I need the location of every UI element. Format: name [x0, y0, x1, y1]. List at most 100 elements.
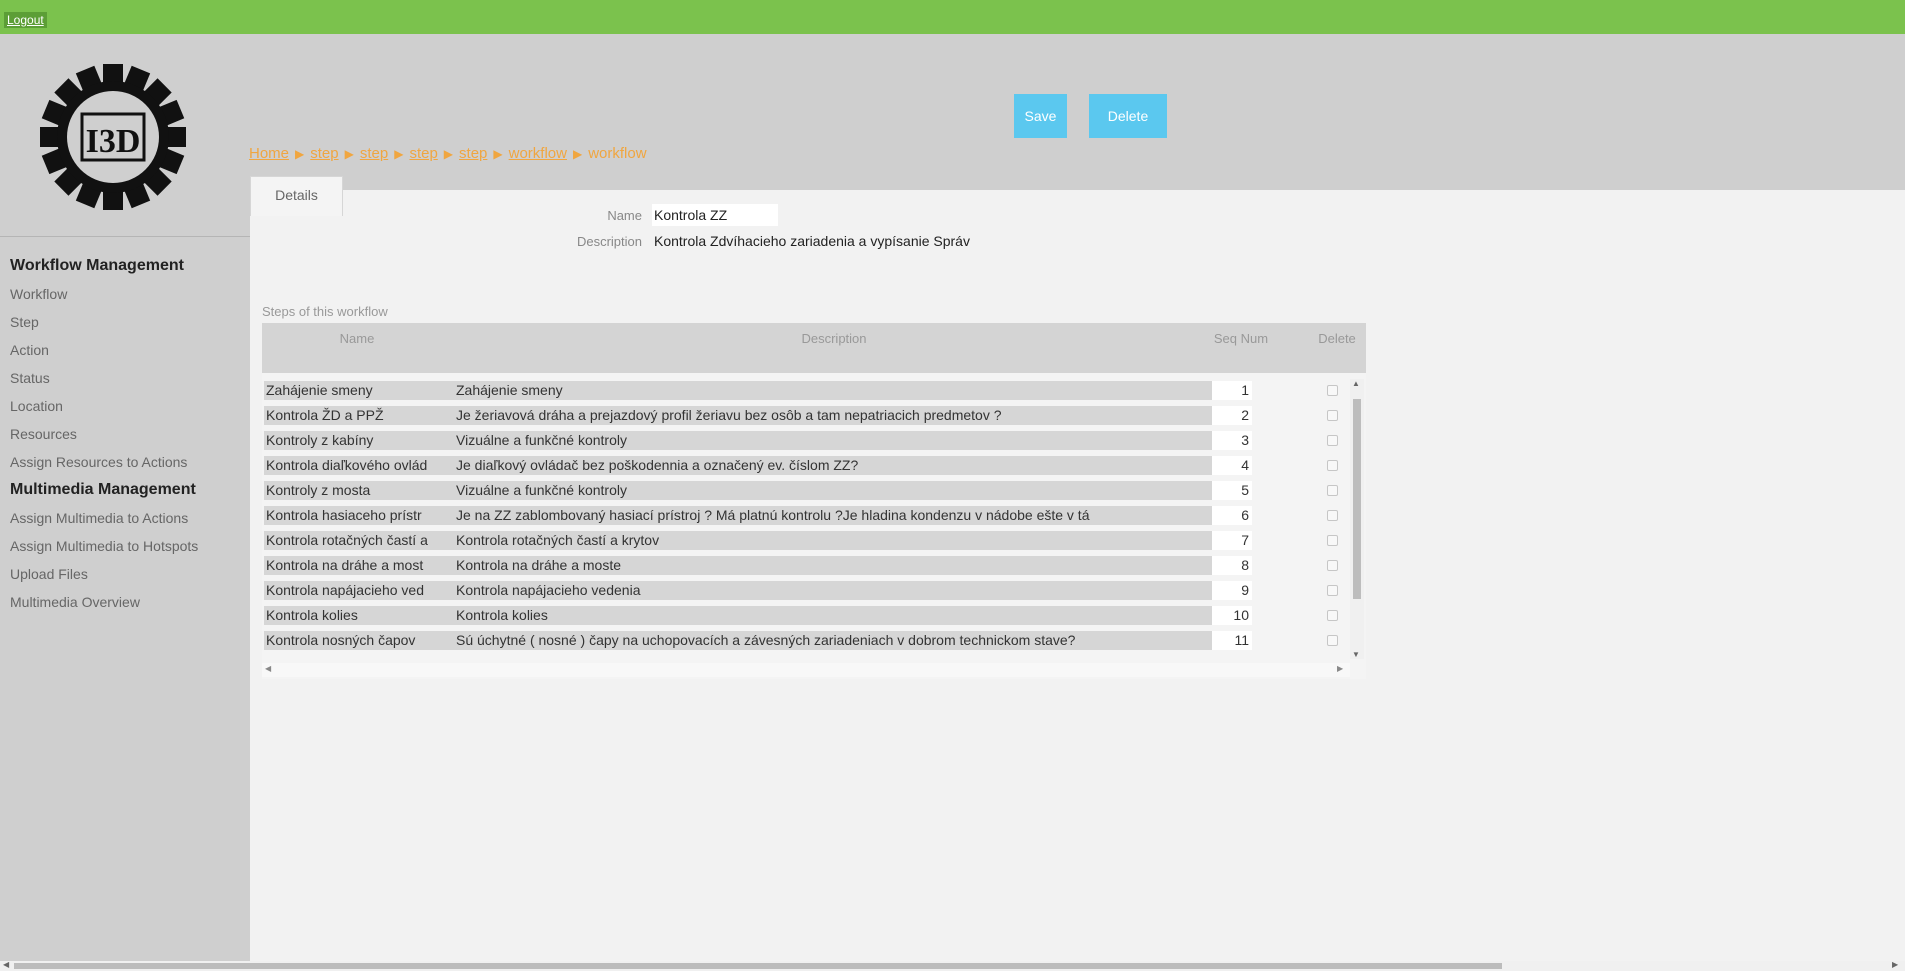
delete-checkbox[interactable] [1327, 435, 1338, 446]
step-seq-input[interactable]: 8 [1212, 556, 1252, 575]
sidebar-item-workflow[interactable]: Workflow [10, 280, 198, 308]
breadcrumb: Home ▶ step ▶ step ▶ step ▶ step ▶ workflow ▶ workfl… [249, 145, 647, 162]
sidebar-item-multimedia-overview[interactable]: Multimedia Overview [10, 588, 198, 616]
delete-button[interactable]: Delete [1089, 94, 1167, 138]
table-row[interactable]: Kontrola ŽD a PPŽ Je žeriavová dráha a pr… [262, 403, 1347, 428]
sidebar-item-step[interactable]: Step [10, 308, 198, 336]
description-value[interactable]: Kontrola Zdvíhacieho zariadenia a vypísa… [654, 233, 970, 249]
delete-checkbox[interactable] [1327, 460, 1338, 471]
column-header-seq[interactable]: Seq Num [1212, 327, 1270, 350]
scroll-right-arrow-icon[interactable]: ▶ [1892, 960, 1898, 969]
delete-checkbox[interactable] [1327, 560, 1338, 571]
table-row[interactable]: Kontrola nosných čapov Sú úchytné ( nosné… [262, 628, 1347, 653]
step-description-cell[interactable]: Kontrola kolies [454, 606, 1214, 625]
sidebar-item-assign-multimedia-hotspots[interactable]: Assign Multimedia to Hotspots [10, 532, 198, 560]
save-button[interactable]: Save [1014, 94, 1067, 138]
step-description-cell[interactable]: Vizuálne a funkčné kontroly [454, 481, 1214, 500]
step-description-cell[interactable]: Kontrola na dráhe a moste [454, 556, 1214, 575]
step-seq-input[interactable]: 7 [1212, 531, 1252, 550]
sidebar-item-assign-multimedia-actions[interactable]: Assign Multimedia to Actions [10, 504, 198, 532]
step-seq-input[interactable]: 9 [1212, 581, 1252, 600]
step-description-cell[interactable]: Kontrola napájacieho vedenia [454, 581, 1214, 600]
table-row[interactable]: Kontrola hasiaceho prístr Je na ZZ zablom… [262, 503, 1347, 528]
step-description-cell[interactable]: Je na ZZ zablombovaný hasiací prístroj ?… [454, 506, 1214, 525]
step-description-cell[interactable]: Kontrola rotačných častí a krytov [454, 531, 1214, 550]
delete-checkbox[interactable] [1327, 385, 1338, 396]
step-description-cell[interactable]: Sú úchytné ( nosné ) čapy na uchopovacíc… [454, 631, 1214, 650]
name-input[interactable] [652, 204, 778, 226]
table-row[interactable]: Kontrola napájacieho ved Kontrola napájac… [262, 578, 1347, 603]
step-name-cell[interactable]: Kontroly z kabíny [264, 431, 454, 450]
step-description-cell[interactable]: Je diaľkový ovládač bez poškodennia a oz… [454, 456, 1214, 475]
page-horizontal-scrollbar[interactable]: ◀ ▶ [0, 960, 1905, 971]
column-header-name[interactable]: Name [262, 331, 452, 346]
scroll-left-arrow-icon[interactable]: ◀ [3, 960, 9, 969]
step-seq-input[interactable]: 10 [1212, 606, 1252, 625]
step-name-cell[interactable]: Kontroly z mosta [264, 481, 454, 500]
breadcrumb-separator: ▶ [394, 147, 404, 161]
table-row[interactable]: Kontrola kolies Kontrola kolies 10 [262, 603, 1347, 628]
step-seq-input[interactable]: 4 [1212, 456, 1252, 475]
grid-vertical-scrollbar[interactable]: ▲ ▼ [1350, 379, 1364, 659]
delete-checkbox[interactable] [1327, 485, 1338, 496]
sidebar-item-assign-resources[interactable]: Assign Resources to Actions [10, 448, 198, 476]
step-name-cell[interactable]: Kontrola kolies [264, 606, 454, 625]
scroll-right-arrow-icon[interactable]: ▶ [1337, 664, 1343, 673]
step-name-cell[interactable]: Kontrola rotačných častí a [264, 531, 454, 550]
page-scroll-thumb[interactable] [14, 963, 1502, 969]
breadcrumb-step[interactable]: step [360, 145, 388, 162]
breadcrumb-separator: ▶ [344, 147, 354, 161]
step-name-cell[interactable]: Kontrola napájacieho ved [264, 581, 454, 600]
step-name-cell[interactable]: Zahájenie smeny [264, 381, 454, 400]
step-seq-input[interactable]: 2 [1212, 406, 1252, 425]
tab-details[interactable]: Details [250, 176, 343, 216]
step-description-cell[interactable]: Je žeriavová dráha a prejazdový profil ž… [454, 406, 1214, 425]
table-row[interactable]: Kontroly z mosta Vizuálne a funkčné kontr… [262, 478, 1347, 503]
delete-checkbox[interactable] [1327, 585, 1338, 596]
sidebar-item-upload-files[interactable]: Upload Files [10, 560, 198, 588]
breadcrumb-step[interactable]: step [409, 145, 437, 162]
delete-checkbox[interactable] [1327, 535, 1338, 546]
breadcrumb-home[interactable]: Home [249, 145, 289, 162]
delete-checkbox[interactable] [1327, 610, 1338, 621]
breadcrumb-step[interactable]: step [310, 145, 338, 162]
scroll-down-arrow-icon[interactable]: ▼ [1352, 650, 1360, 659]
table-row[interactable]: Zahájenie smeny Zahájenie smeny 1 [262, 378, 1347, 403]
delete-checkbox[interactable] [1327, 635, 1338, 646]
scroll-left-arrow-icon[interactable]: ◀ [265, 664, 271, 673]
breadcrumb-workflow[interactable]: workflow [509, 145, 567, 162]
sidebar-item-location[interactable]: Location [10, 392, 198, 420]
step-seq-input[interactable]: 11 [1212, 631, 1252, 650]
step-name-cell[interactable]: Kontrola ŽD a PPŽ [264, 406, 454, 425]
delete-checkbox[interactable] [1327, 510, 1338, 521]
logout-link[interactable]: Logout [4, 12, 47, 28]
step-name-cell[interactable]: Kontrola nosných čapov [264, 631, 454, 650]
grid-horizontal-scrollbar[interactable]: ◀ ▶ [262, 663, 1350, 677]
scroll-up-arrow-icon[interactable]: ▲ [1352, 379, 1360, 388]
step-seq-input[interactable]: 5 [1212, 481, 1252, 500]
delete-checkbox[interactable] [1327, 410, 1338, 421]
table-row[interactable]: Kontrola rotačných častí a Kontrola rotač… [262, 528, 1347, 553]
step-description-cell[interactable]: Zahájenie smeny [454, 381, 1214, 400]
column-header-description[interactable]: Description [454, 331, 1214, 346]
sidebar-item-action[interactable]: Action [10, 336, 198, 364]
sidebar-item-resources[interactable]: Resources [10, 420, 198, 448]
step-seq-input[interactable]: 6 [1212, 506, 1252, 525]
grid-scroll-thumb[interactable] [1353, 399, 1361, 599]
table-row[interactable]: Kontroly z kabíny Vizuálne a funkčné kont… [262, 428, 1347, 453]
breadcrumb-separator: ▶ [572, 147, 583, 161]
table-row[interactable]: Kontrola diaľkového ovlád Je diaľkový ovl… [262, 453, 1347, 478]
step-description-cell[interactable]: Vizuálne a funkčné kontroly [454, 431, 1214, 450]
top-bar: Logout [0, 0, 1905, 34]
breadcrumb-step[interactable]: step [459, 145, 487, 162]
logo-text: I3D [86, 123, 141, 160]
step-name-cell[interactable]: Kontrola hasiaceho prístr [264, 506, 454, 525]
table-row[interactable]: Kontrola na dráhe a most Kontrola na dráh… [262, 553, 1347, 578]
step-seq-input[interactable]: 3 [1212, 431, 1252, 450]
column-header-delete[interactable]: Delete [1307, 331, 1366, 346]
name-label: Name [607, 208, 642, 223]
step-name-cell[interactable]: Kontrola diaľkového ovlád [264, 456, 454, 475]
step-name-cell[interactable]: Kontrola na dráhe a most [264, 556, 454, 575]
step-seq-input[interactable]: 1 [1212, 381, 1252, 400]
sidebar-item-status[interactable]: Status [10, 364, 198, 392]
